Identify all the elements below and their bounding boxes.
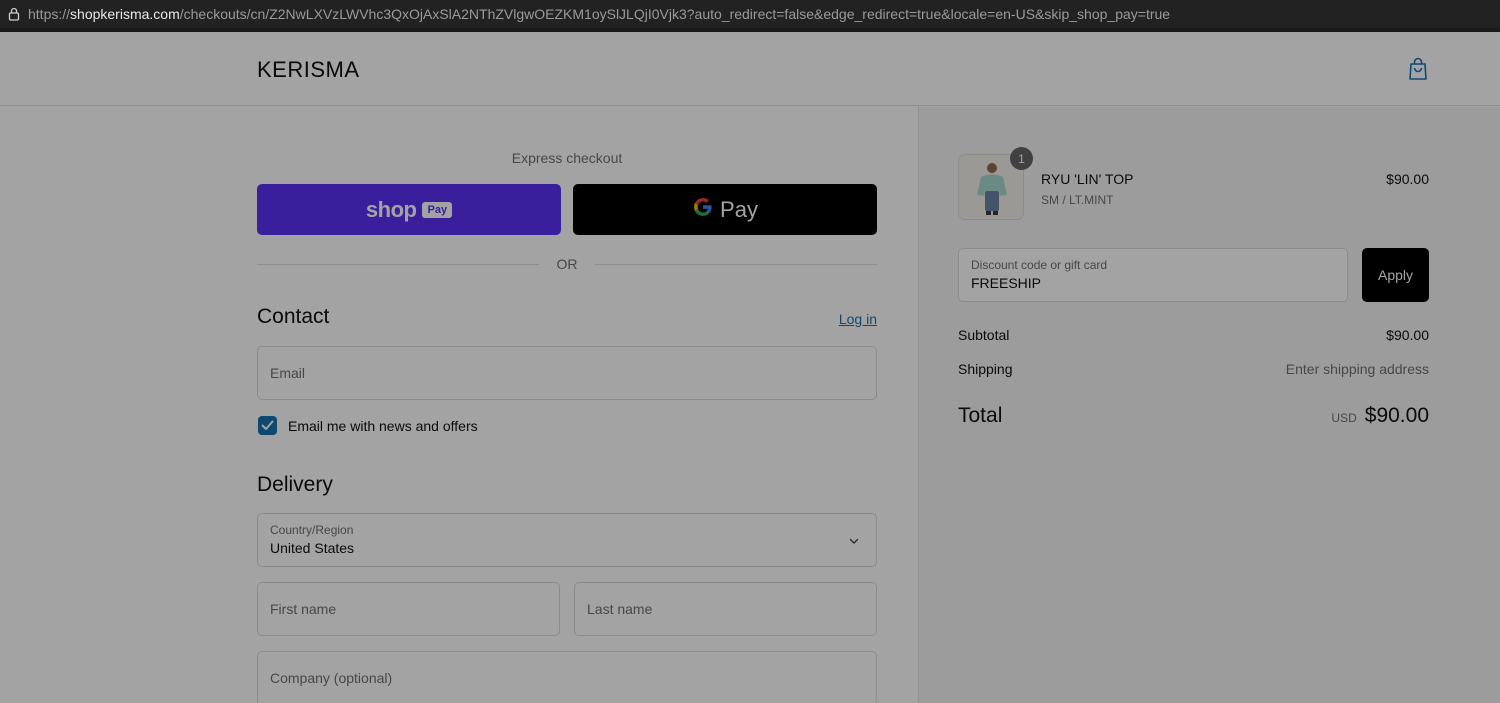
shipping-label: Shipping	[958, 361, 1013, 377]
lock-icon	[0, 0, 28, 28]
quantity-badge: 1	[1010, 147, 1033, 170]
subtotal-row: Subtotal $90.00	[958, 327, 1429, 343]
first-name-field[interactable]: First name	[257, 582, 560, 636]
log-in-link[interactable]: Log in	[820, 311, 877, 327]
contact-heading: Contact	[257, 305, 330, 328]
shop-pay-pill: Pay	[422, 201, 453, 218]
last-name-placeholder: Last name	[587, 601, 653, 617]
shipping-row: Shipping Enter shipping address	[958, 361, 1429, 377]
url-prefix: https://	[28, 6, 71, 22]
product-price: $90.00	[1386, 171, 1429, 187]
email-field[interactable]: Email	[257, 346, 877, 400]
product-name: RYU 'LIN' TOP	[1041, 171, 1134, 187]
url-text[interactable]: https://shopkerisma.com/checkouts/cn/Z2N…	[28, 6, 1170, 22]
company-field[interactable]: Company (optional)	[257, 651, 877, 703]
country-region-label: Country/Region	[270, 523, 354, 537]
newsletter-label: Email me with news and offers	[288, 417, 478, 434]
shopping-bag-icon[interactable]	[1406, 56, 1430, 82]
url-path: /checkouts/cn/Z2NwLXVzLWVhc3QxOjAxSlA2NT…	[179, 6, 1171, 22]
first-name-placeholder: First name	[270, 601, 337, 617]
express-checkout-label: Express checkout	[511, 150, 623, 166]
shipping-value: Enter shipping address	[1285, 361, 1429, 377]
discount-code-field[interactable]: Discount code or gift card FREESHIP	[958, 248, 1348, 302]
country-region-value: United States	[270, 540, 355, 556]
currency-code: USD	[1331, 411, 1357, 425]
discount-code-label: Discount code or gift card	[971, 258, 1108, 272]
total-row: Total USD $90.00	[958, 404, 1429, 428]
discount-code-value: FREESHIP	[971, 275, 1042, 291]
google-pay-button[interactable]: Pay	[573, 184, 877, 235]
country-region-select[interactable]: Country/Region United States	[257, 513, 877, 567]
shop-pay-wordmark: shop	[365, 196, 417, 222]
apply-discount-button[interactable]: Apply	[1362, 248, 1429, 302]
subtotal-label: Subtotal	[958, 327, 1010, 343]
total-label: Total	[958, 404, 1003, 427]
product-variant: SM / LT.MINT	[1041, 193, 1114, 207]
checkout-header: KERISMA	[0, 32, 1500, 106]
delivery-heading: Delivery	[257, 473, 333, 496]
shop-pay-button[interactable]: shop Pay	[257, 184, 561, 235]
newsletter-option[interactable]: Email me with news and offers	[258, 416, 478, 435]
total-amount: $90.00	[1364, 404, 1429, 427]
url-host: shopkerisma.com	[70, 6, 180, 22]
divider-line	[595, 264, 877, 265]
or-divider: OR	[257, 256, 877, 272]
total-amount-group: USD $90.00	[1331, 404, 1429, 428]
newsletter-checkbox[interactable]	[258, 416, 277, 435]
last-name-field[interactable]: Last name	[574, 582, 877, 636]
google-g-icon	[692, 196, 714, 223]
checkmark-icon	[261, 420, 274, 430]
store-logo[interactable]: KERISMA	[257, 57, 360, 83]
email-placeholder: Email	[270, 365, 306, 381]
subtotal-value: $90.00	[1386, 327, 1429, 343]
browser-url-bar[interactable]: https://shopkerisma.com/checkouts/cn/Z2N…	[0, 0, 1500, 28]
chevron-down-icon	[848, 534, 860, 546]
google-pay-wordmark: Pay	[720, 196, 758, 222]
company-placeholder: Company (optional)	[270, 670, 393, 686]
